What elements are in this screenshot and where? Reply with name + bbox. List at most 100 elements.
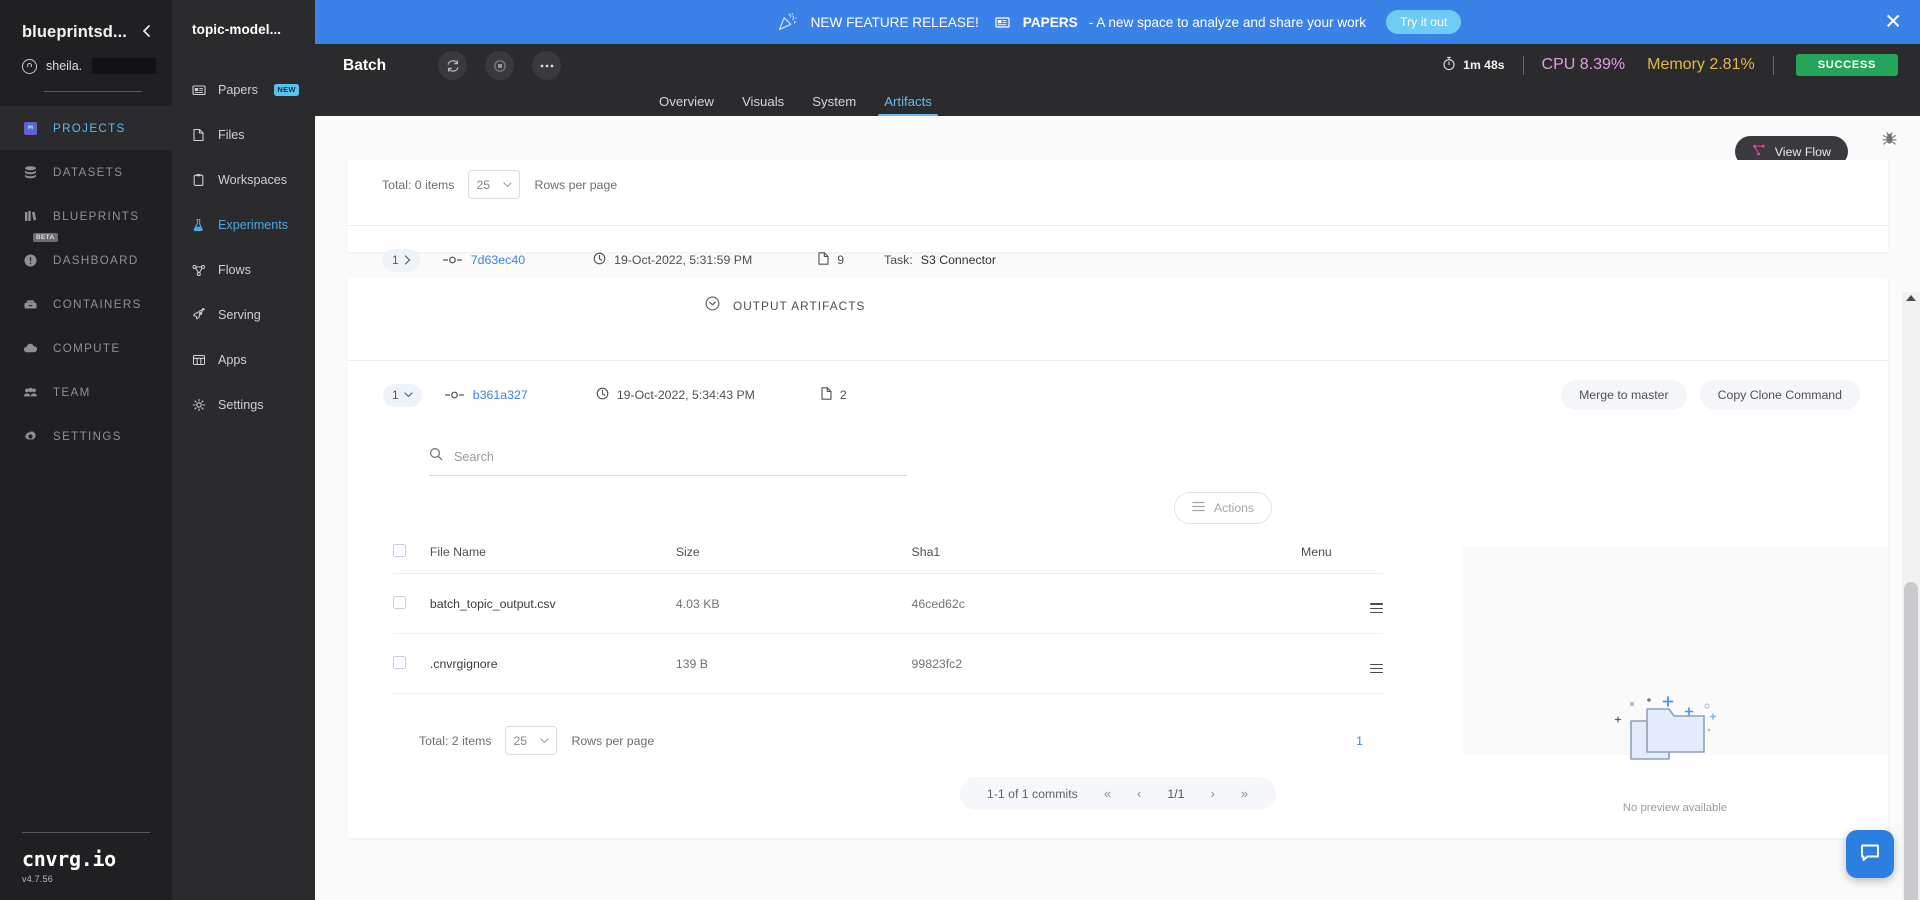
search-input[interactable] (454, 449, 907, 464)
sidebar-item-workspaces[interactable]: Workspaces (172, 157, 315, 202)
loop-icon (447, 59, 458, 72)
tab-overview[interactable]: Overview (645, 94, 728, 116)
cell-sha1: 46ced62c (911, 573, 1301, 635)
bug-icon[interactable] (1881, 130, 1898, 152)
banner-content: NEW FEATURE RELEASE! PAPERS - A new spac… (774, 10, 1462, 34)
chevron-down-icon (503, 181, 513, 187)
files-pager-row: Total: 2 items 25 Rows per page 1 (383, 694, 1373, 756)
containers-icon (21, 295, 40, 314)
sidebar-item-label: Flows (218, 262, 251, 277)
rows-per-page-select[interactable]: 25 (505, 726, 558, 756)
sidebar-item-flows[interactable]: Flows (172, 247, 315, 292)
run-stats: 1m 48s CPU 8.39% Memory 2.81% SUCCESS (1442, 54, 1898, 76)
tab-system[interactable]: System (798, 94, 870, 116)
papers-icon (191, 82, 206, 97)
sidebar-item-team[interactable]: TEAM (0, 370, 172, 414)
app-root: blueprintsd... sheila. PROJECTS DATASETS… (0, 0, 1920, 900)
row-checkbox[interactable] (393, 595, 406, 609)
sidebar-item-label: Settings (218, 397, 264, 412)
select-all-checkbox[interactable] (393, 544, 406, 557)
table-row[interactable]: .cnvrgignore 139 B 99823fc2 (393, 633, 1383, 695)
banner-tagline: - A new space to analyze and share your … (1088, 14, 1367, 30)
row-select-cell (393, 633, 430, 695)
organization-name: blueprintsd... (22, 23, 127, 41)
scroll-up-arrow-icon[interactable] (1906, 295, 1916, 301)
papers-icon (995, 15, 1010, 30)
hamburger-menu-icon[interactable] (1370, 603, 1383, 614)
commit-task: Task: S3 Connector (884, 253, 996, 267)
sidebar-item-blueprints[interactable]: BETA BLUEPRINTS (0, 194, 172, 242)
sidebar-item-compute[interactable]: COMPUTE (0, 326, 172, 370)
stop-button[interactable] (485, 51, 515, 80)
input-pager-row: Total: 0 items 25 Rows per page (347, 160, 1888, 199)
sidebar-item-files[interactable]: Files (172, 112, 315, 157)
table-row[interactable]: batch_topic_output.csv 4.03 KB 46ced62c (393, 573, 1383, 635)
preview-panel-top (1462, 447, 1888, 547)
scrollbar-thumb[interactable] (1904, 582, 1918, 900)
next-page-button[interactable]: › (1211, 786, 1215, 801)
sidebar-item-label: Papers (218, 82, 258, 97)
try-it-out-button[interactable]: Try it out (1386, 10, 1462, 34)
commit-files-count: 2 (839, 388, 847, 402)
actions-row: Actions (383, 492, 1347, 524)
dashboard-icon (21, 251, 40, 270)
file-icon (821, 387, 832, 403)
commit-collapse-chip[interactable]: 1 (383, 383, 422, 407)
last-page-button[interactable]: » (1241, 786, 1248, 801)
search-bar[interactable] (429, 447, 907, 476)
chevron-left-icon[interactable] (137, 22, 156, 43)
output-commit-row: 1 b361a327 19-Oct-2022, 5:34:43 PM 2 Mer… (347, 361, 1888, 429)
sidebar-item-settings[interactable]: SETTINGS (0, 414, 172, 458)
commit-expand-chip[interactable]: 1 (383, 248, 420, 272)
actions-button[interactable]: Actions (1174, 492, 1272, 524)
rerun-button[interactable] (438, 51, 468, 80)
sidebar-item-dashboard[interactable]: DASHBOARD (0, 238, 172, 282)
sidebar-item-projects[interactable]: PROJECTS (0, 106, 172, 150)
datasets-icon (21, 163, 40, 182)
commit-hash-link[interactable]: b361a327 (473, 388, 528, 402)
sidebar-item-serving[interactable]: Serving (172, 292, 315, 337)
sidebar-item-label: CONTAINERS (53, 297, 142, 311)
tab-artifacts[interactable]: Artifacts (870, 94, 946, 116)
first-page-button[interactable]: « (1104, 786, 1111, 801)
commit-index: 1 (392, 253, 399, 267)
output-artifacts-section-header[interactable]: OUTPUT ARTIFACTS (347, 278, 1888, 334)
merge-to-master-button[interactable]: Merge to master (1561, 380, 1687, 410)
cell-size: 4.03 KB (675, 573, 912, 635)
column-size: Size (675, 534, 912, 574)
stop-icon (493, 59, 506, 72)
tab-visuals[interactable]: Visuals (728, 94, 798, 116)
sidebar-item-label: DASHBOARD (53, 253, 139, 267)
more-button[interactable] (532, 51, 562, 80)
hamburger-menu-icon[interactable] (1370, 663, 1383, 674)
column-file-name: File Name (429, 534, 676, 574)
status-badge: SUCCESS (1795, 54, 1898, 76)
chevron-right-icon (404, 255, 411, 265)
close-icon[interactable]: ✕ (1884, 12, 1902, 33)
chevron-down-circle-icon[interactable] (705, 296, 720, 316)
sidebar-item-experiments[interactable]: Experiments (172, 202, 315, 247)
rows-per-page-select[interactable]: 25 (468, 170, 521, 199)
sidebar-item-project-settings[interactable]: Settings (172, 382, 315, 427)
files-page-number[interactable]: 1 (1356, 734, 1373, 748)
copy-clone-command-button[interactable]: Copy Clone Command (1699, 380, 1860, 410)
sidebar-item-apps[interactable]: Apps (172, 337, 315, 382)
sidebar-item-containers[interactable]: CONTAINERS (0, 282, 172, 326)
organization-row: blueprintsd... (22, 22, 156, 43)
list-icon (1192, 501, 1205, 515)
commits-pagination: 1-1 of 1 commits « ‹ 1/1 › » (958, 777, 1277, 810)
main-area: NEW FEATURE RELEASE! PAPERS - A new spac… (315, 0, 1920, 900)
commit-hash-link[interactable]: 7d63ec40 (471, 253, 525, 267)
banner-lead-text: NEW FEATURE RELEASE! (810, 14, 979, 30)
sidebar-item-papers[interactable]: Papers NEW (172, 67, 315, 112)
cpu-stat: CPU 8.39% (1541, 56, 1626, 73)
task-value: S3 Connector (920, 253, 996, 267)
new-badge: NEW (273, 83, 300, 96)
prev-page-button[interactable]: ‹ (1137, 786, 1141, 801)
vertical-scrollbar[interactable] (1902, 292, 1920, 900)
chat-launcher-button[interactable] (1846, 830, 1894, 878)
user-name: sheila. (46, 59, 83, 73)
sidebar-item-datasets[interactable]: DATASETS (0, 150, 172, 194)
row-checkbox[interactable] (393, 655, 406, 669)
user-row[interactable]: sheila. (22, 58, 156, 74)
